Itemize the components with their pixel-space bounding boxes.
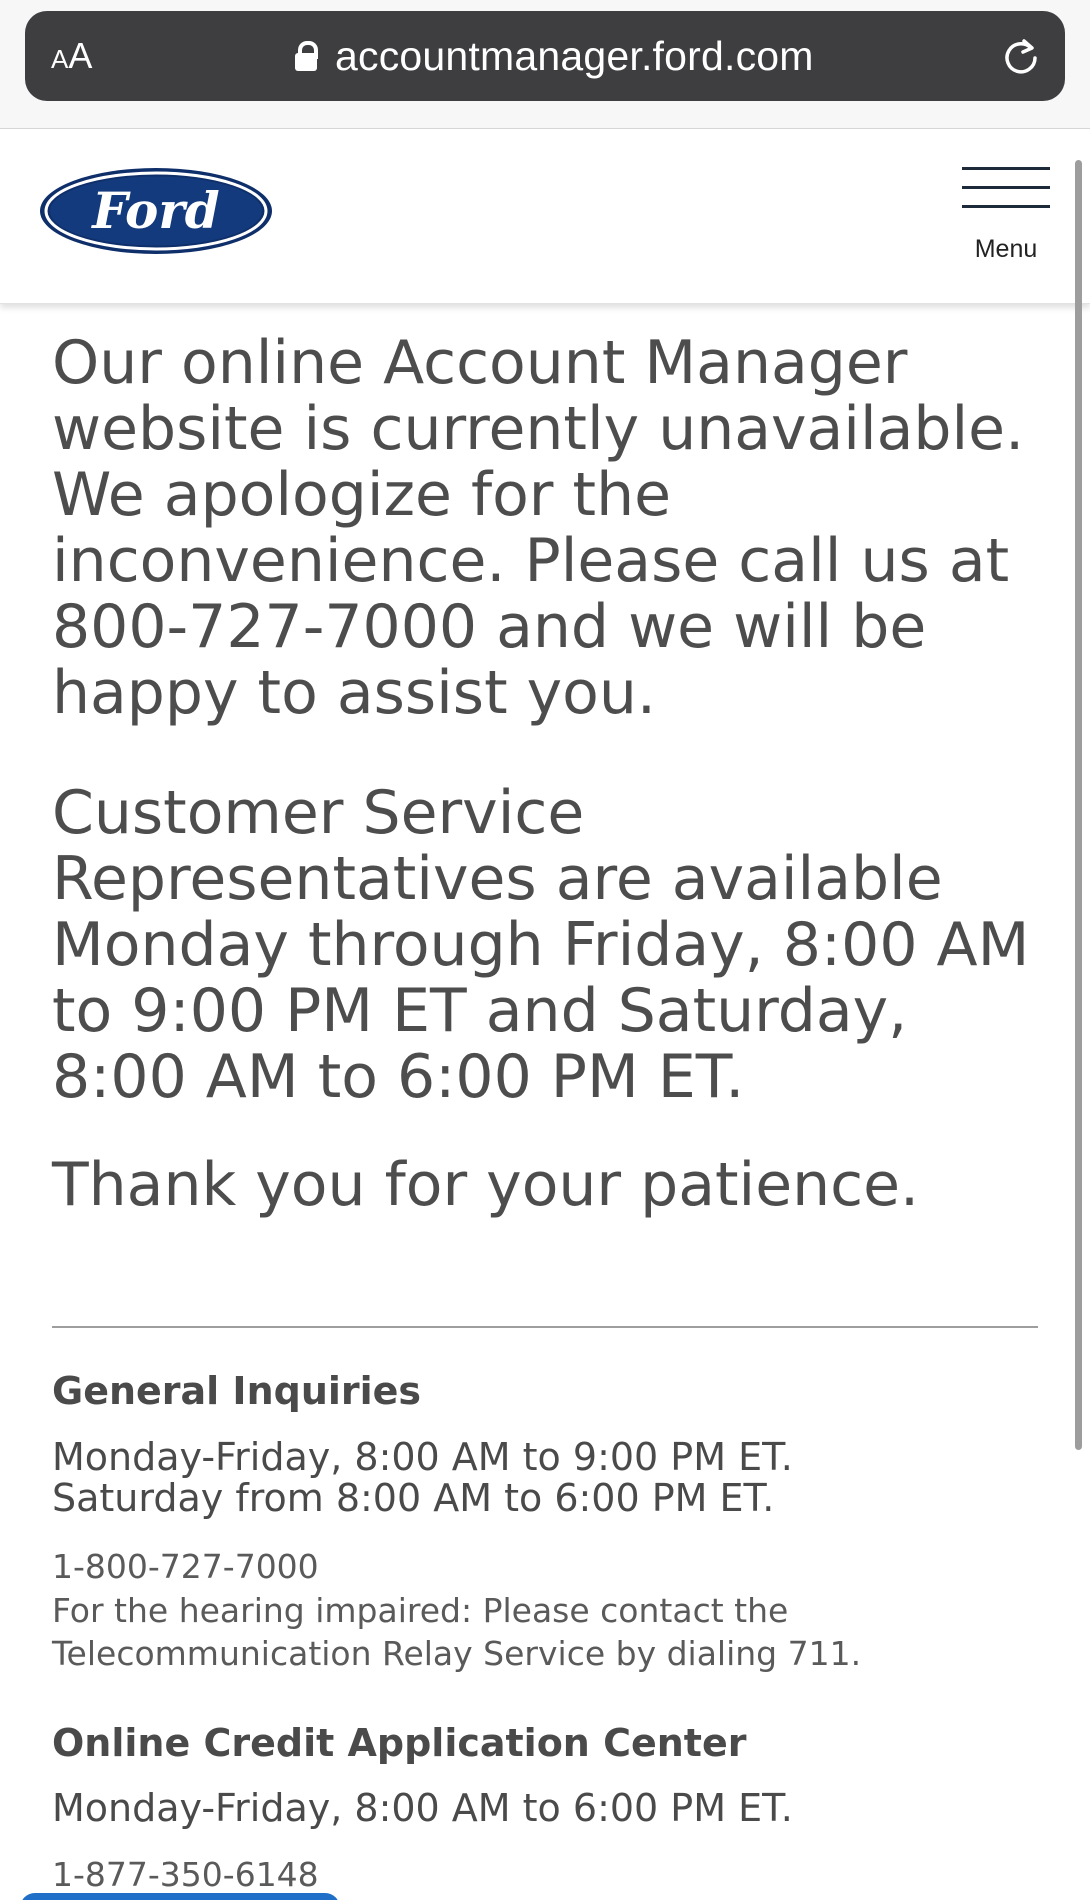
page: AA accountmanager.ford.com Ford Menu Our…: [0, 0, 1090, 1900]
scrollbar[interactable]: [1075, 160, 1082, 1450]
menu-label: Menu: [974, 235, 1038, 263]
menu-icon-bar-top: [962, 167, 1050, 170]
bottom-action-button[interactable]: [20, 1893, 340, 1900]
main-content: Our online Account Manager website is cu…: [52, 330, 1042, 1218]
hours-message: Customer Service Representatives are ava…: [52, 778, 1030, 1112]
menu-icon-bar-bottom: [962, 205, 1050, 208]
general-phone-link[interactable]: 1-800-727-7000: [52, 1547, 319, 1586]
thanks-message: Thank you for your patience.: [52, 1150, 920, 1220]
url-field[interactable]: accountmanager.ford.com: [295, 31, 814, 81]
unavailable-message: Our online Account Manager website is cu…: [52, 328, 1025, 728]
ford-logo[interactable]: Ford: [38, 166, 274, 256]
general-inquiries-title: General Inquiries: [52, 1369, 422, 1413]
text-size-button[interactable]: AA: [51, 33, 92, 79]
browser-toolbar: AA accountmanager.ford.com: [0, 0, 1090, 129]
hearing-impaired-note-line1: For the hearing impaired: Please contact…: [52, 1591, 789, 1630]
lock-icon: [295, 41, 318, 71]
hearing-impaired-note-line2: Telecommunication Relay Service by diali…: [52, 1634, 862, 1673]
divider: [52, 1326, 1038, 1328]
credit-center-title: Online Credit Application Center: [52, 1721, 747, 1765]
url-text: accountmanager.ford.com: [335, 32, 814, 79]
credit-hours-weekday: Monday-Friday, 8:00 AM to 6:00 PM ET.: [52, 1786, 793, 1830]
text-size-large-label: A: [68, 35, 93, 76]
general-hours-saturday: Saturday from 8:00 AM to 6:00 PM ET.: [52, 1476, 775, 1520]
reload-icon[interactable]: [1000, 37, 1042, 79]
address-bar: AA accountmanager.ford.com: [25, 11, 1065, 101]
text-size-small-label: A: [51, 44, 69, 74]
menu-button[interactable]: Menu: [960, 167, 1052, 277]
menu-icon-bar-middle: [962, 186, 1050, 189]
logo-text: Ford: [90, 181, 219, 240]
general-hours-weekday: Monday-Friday, 8:00 AM to 9:00 PM ET.: [52, 1435, 793, 1479]
site-header: Ford Menu: [0, 129, 1090, 304]
credit-phone-link[interactable]: 1-877-350-6148: [52, 1855, 319, 1894]
